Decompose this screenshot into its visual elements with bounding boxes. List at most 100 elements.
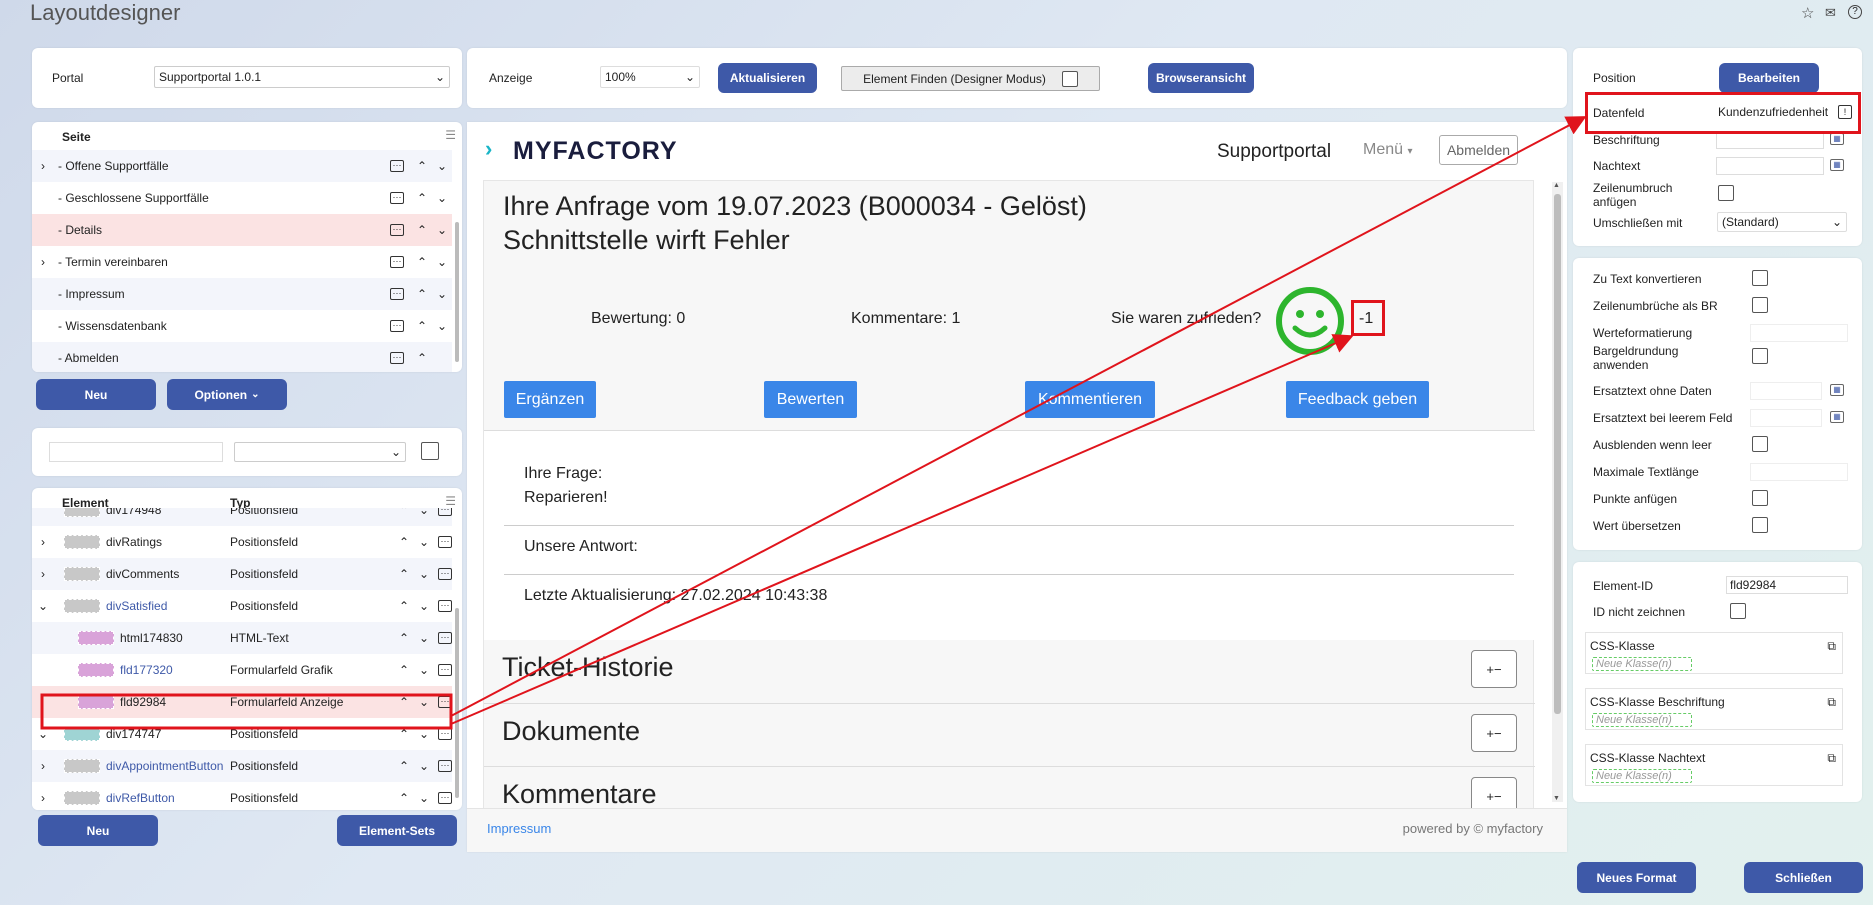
expand-icon[interactable]: ›: [32, 791, 54, 805]
prop-input[interactable]: [1750, 324, 1848, 342]
toggle-section-button[interactable]: +−: [1471, 714, 1517, 752]
expand-icon[interactable]: ›: [32, 759, 54, 773]
more-icon[interactable]: ···: [438, 728, 452, 740]
element-row[interactable]: fld92984 Formularfeld Anzeige ⌃ ⌄ ···: [32, 686, 452, 718]
element-row[interactable]: ⌄ div174747 Positionsfeld ⌃ ⌄ ···: [32, 718, 452, 750]
portal-select[interactable]: Supportportal 1.0.1 ⌄: [154, 66, 450, 88]
arrow-down-icon[interactable]: ⌄: [414, 631, 434, 645]
menu-link[interactable]: Menü ▾: [1363, 141, 1413, 159]
aftertext-input[interactable]: [1716, 157, 1824, 175]
arrow-down-icon[interactable]: ⌄: [414, 508, 434, 517]
arrow-down-icon[interactable]: ⌄: [414, 759, 434, 773]
more-icon[interactable]: ···: [438, 792, 452, 804]
element-row[interactable]: html174830 HTML-Text ⌃ ⌄ ···: [32, 622, 452, 654]
more-icon[interactable]: ···: [390, 352, 404, 364]
prop-checkbox[interactable]: [1752, 348, 1768, 364]
more-icon[interactable]: ···: [438, 568, 452, 580]
chevron-right-icon[interactable]: ›: [32, 255, 54, 269]
prop-checkbox[interactable]: [1752, 517, 1768, 533]
arrow-up-icon[interactable]: ⌃: [412, 255, 432, 269]
arrow-up-icon[interactable]: ⌃: [394, 663, 414, 677]
element-row[interactable]: div174948 Positionsfeld ⌃ ⌄ ···: [32, 508, 452, 526]
arrow-up-icon[interactable]: ⌃: [394, 631, 414, 645]
logout-button[interactable]: Abmelden: [1439, 135, 1518, 165]
portal-action-button[interactable]: Ergänzen: [504, 381, 596, 418]
new-page-button[interactable]: Neu: [36, 379, 156, 410]
copy-icon[interactable]: ⧉: [1827, 695, 1836, 710]
expand-icon[interactable]: ›: [32, 567, 54, 581]
more-icon[interactable]: ···: [438, 536, 452, 548]
refresh-button[interactable]: Aktualisieren: [718, 63, 817, 93]
arrow-down-icon[interactable]: ⌄: [432, 319, 452, 333]
arrow-down-icon[interactable]: ⌄: [414, 663, 434, 677]
menu-lines-icon[interactable]: ☰: [445, 128, 456, 142]
copy-icon[interactable]: ⧉: [1827, 751, 1836, 766]
prop-input[interactable]: [1750, 463, 1848, 481]
more-icon[interactable]: ···: [390, 224, 404, 236]
zoom-select[interactable]: 100% ⌄: [600, 66, 700, 88]
star-icon[interactable]: ☆: [1801, 4, 1814, 22]
toggle-section-button[interactable]: +−: [1471, 650, 1517, 688]
arrow-up-icon[interactable]: ⌃: [394, 599, 414, 613]
preview-scrollbar[interactable]: ▲ ▼: [1552, 182, 1563, 802]
more-icon[interactable]: ···: [438, 600, 452, 612]
prop-checkbox[interactable]: [1752, 436, 1768, 452]
arrow-up-icon[interactable]: ⌃: [394, 508, 414, 517]
filter-type-select[interactable]: ⌄: [234, 442, 406, 462]
arrow-down-icon[interactable]: ⌄: [432, 191, 452, 205]
css-class-input[interactable]: Neue Klasse(n): [1592, 657, 1692, 671]
more-icon[interactable]: ···: [438, 664, 452, 676]
arrow-down-icon[interactable]: ⌄: [432, 223, 452, 237]
more-icon[interactable]: ···: [390, 320, 404, 332]
more-icon[interactable]: ···: [390, 256, 404, 268]
new-format-button[interactable]: Neues Format: [1577, 862, 1696, 893]
arrow-up-icon[interactable]: ⌃: [412, 223, 432, 237]
linebreak-checkbox[interactable]: [1718, 185, 1734, 201]
scrollbar[interactable]: [455, 222, 459, 362]
help-icon[interactable]: ?: [1848, 5, 1862, 19]
page-item[interactable]: - Abmelden ··· ⌃: [32, 342, 452, 372]
element-row[interactable]: › divRatings Positionsfeld ⌃ ⌄ ···: [32, 526, 452, 558]
arrow-down-icon[interactable]: ⌄: [414, 695, 434, 709]
css-after-input[interactable]: Neue Klasse(n): [1592, 769, 1692, 783]
arrow-up-icon[interactable]: ⌃: [412, 191, 432, 205]
expand-icon[interactable]: ›: [32, 535, 54, 549]
prop-input[interactable]: [1750, 409, 1822, 427]
arrow-up-icon[interactable]: ⌃: [394, 567, 414, 581]
more-icon[interactable]: ···: [438, 508, 452, 516]
expand-icon[interactable]: ⌄: [32, 599, 54, 613]
no-id-checkbox[interactable]: [1730, 603, 1746, 619]
page-item[interactable]: - Details ··· ⌃ ⌄: [32, 214, 452, 246]
arrow-up-icon[interactable]: ⌃: [412, 287, 432, 301]
arrow-down-icon[interactable]: ⌄: [432, 287, 452, 301]
css-caption-input[interactable]: Neue Klasse(n): [1592, 713, 1692, 727]
more-icon[interactable]: ···: [438, 632, 452, 644]
arrow-down-icon[interactable]: ⌄: [432, 159, 452, 173]
filter-input[interactable]: [49, 442, 223, 462]
arrow-down-icon[interactable]: ⌄: [414, 535, 434, 549]
text-picker-icon[interactable]: ▦: [1830, 133, 1844, 145]
element-row[interactable]: › divComments Positionsfeld ⌃ ⌄ ···: [32, 558, 452, 590]
find-element-toggle[interactable]: Element Finden (Designer Modus): [841, 66, 1100, 91]
filter-checkbox[interactable]: [421, 442, 439, 460]
menu-lines-icon[interactable]: ☰: [445, 494, 456, 508]
arrow-down-icon[interactable]: ⌄: [414, 791, 434, 805]
expand-icon[interactable]: ⌄: [32, 727, 54, 741]
prop-checkbox[interactable]: [1752, 490, 1768, 506]
prop-checkbox[interactable]: [1752, 297, 1768, 313]
element-row[interactable]: ⌄ divSatisfied Positionsfeld ⌃ ⌄ ···: [32, 590, 452, 622]
arrow-down-icon[interactable]: ⌄: [432, 255, 452, 269]
options-button[interactable]: Optionen ⌄: [167, 379, 287, 410]
close-button[interactable]: Schließen: [1744, 862, 1863, 893]
edit-button[interactable]: Bearbeiten: [1719, 63, 1819, 93]
element-row[interactable]: › divAppointmentButton Positionsfeld ⌃ ⌄ ···: [32, 750, 452, 782]
more-icon[interactable]: ···: [438, 760, 452, 772]
more-icon[interactable]: ···: [390, 288, 404, 300]
mail-icon[interactable]: ✉: [1825, 5, 1836, 21]
portal-action-button[interactable]: Kommentieren: [1025, 381, 1155, 418]
footer-link-impressum[interactable]: Impressum: [487, 821, 551, 836]
browser-view-button[interactable]: Browseransicht: [1148, 63, 1254, 93]
find-element-checkbox[interactable]: [1061, 70, 1078, 87]
arrow-up-icon[interactable]: ⌃: [412, 159, 432, 173]
element-row[interactable]: › divRefButton Positionsfeld ⌃ ⌄ ···: [32, 782, 452, 810]
